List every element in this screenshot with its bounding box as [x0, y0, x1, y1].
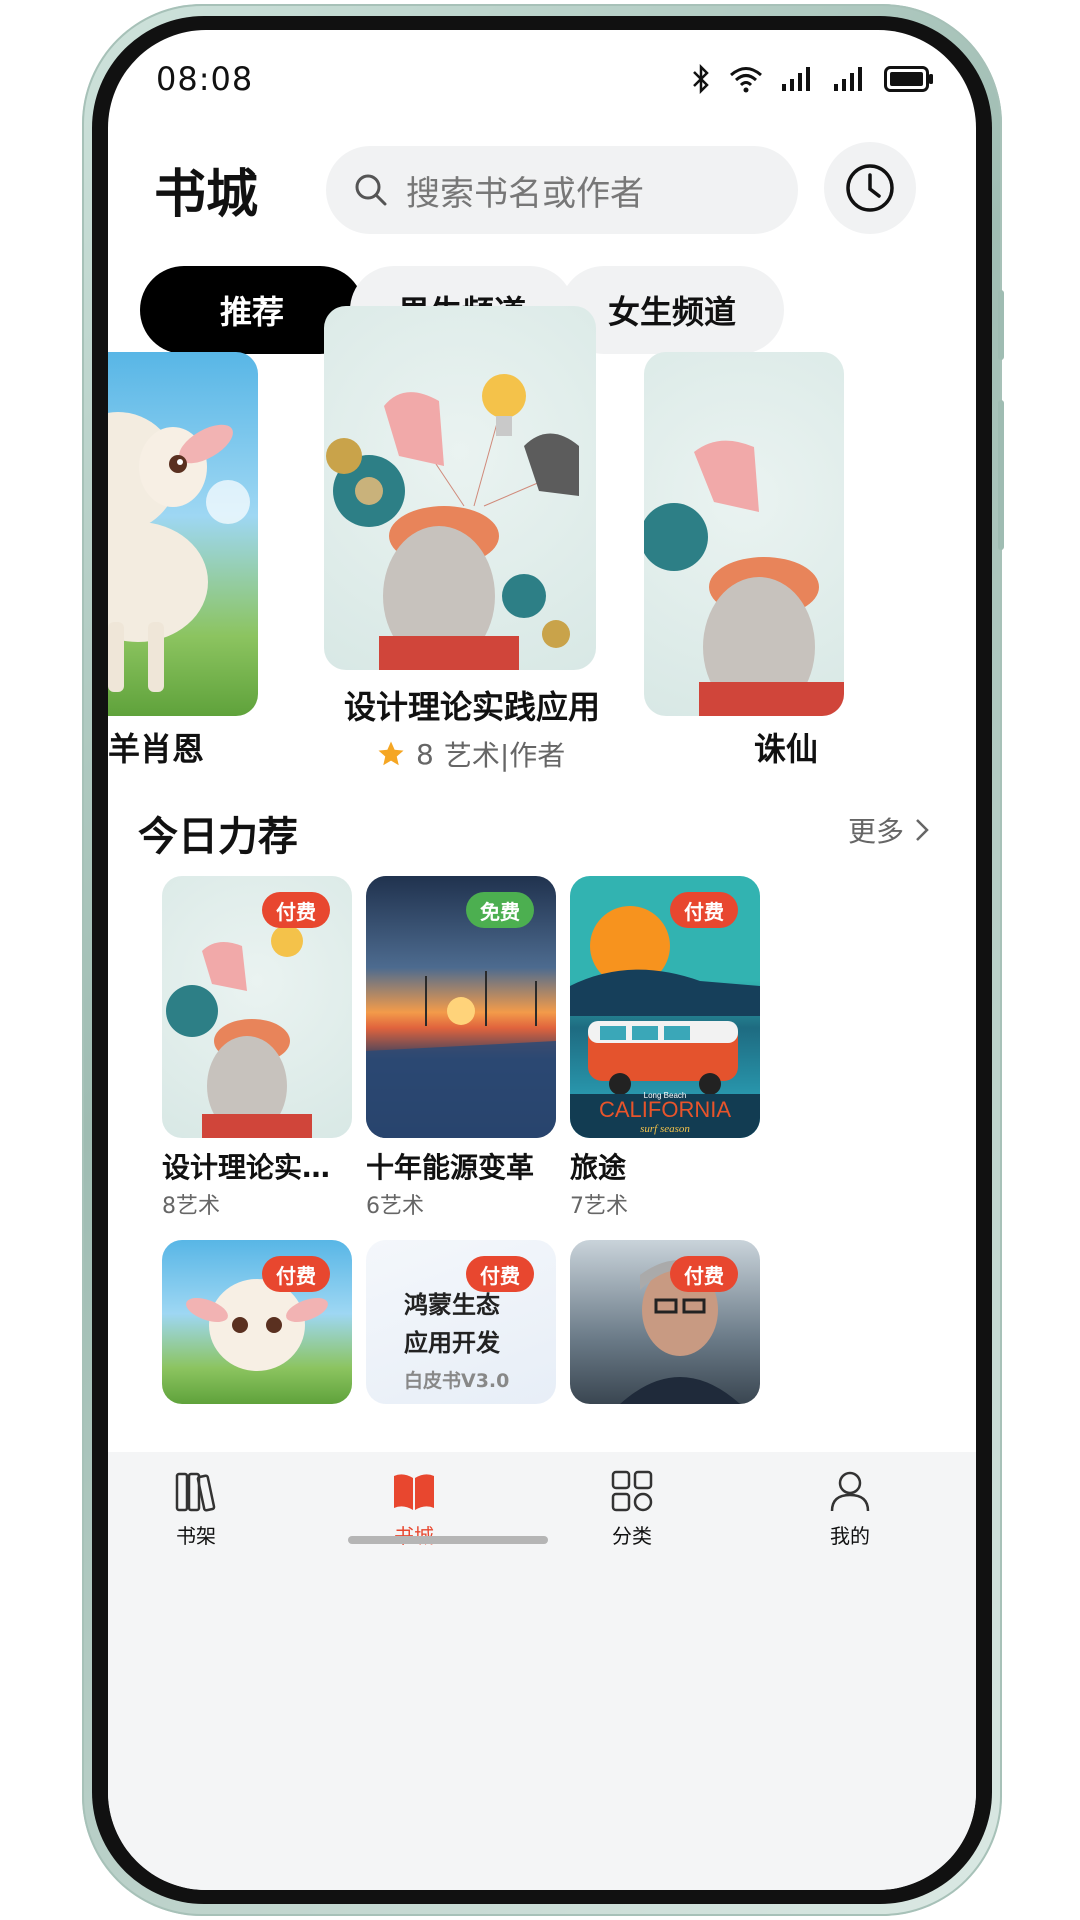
book-meta-3: 7艺术: [570, 1194, 628, 1219]
book-card-cover-1[interactable]: 付费: [162, 876, 352, 1138]
carousel-book-left-cover[interactable]: [108, 352, 258, 716]
signal-icon-2: [834, 67, 862, 91]
whitepaper-line-3: 白皮书V3.0: [404, 1370, 510, 1392]
sheep-illustration: [108, 412, 250, 692]
book-meta-1: 8艺术: [162, 1194, 220, 1219]
book-card-cover-6[interactable]: 付费: [570, 1240, 760, 1404]
book-card-cover-2[interactable]: 免费: [366, 876, 556, 1138]
badge-paid: 付费: [262, 892, 330, 928]
search-placeholder: 搜索书名或作者: [406, 173, 644, 214]
nav-bookshelf-label: 书架: [176, 1524, 216, 1548]
status-icons: [690, 64, 934, 94]
bluetooth-icon: [693, 64, 709, 94]
star-icon: [378, 741, 404, 766]
nav-mine[interactable]: 我的: [790, 1468, 910, 1549]
thinking-man-illustration: [326, 374, 579, 670]
book-card-cover-4[interactable]: 付费: [162, 1240, 352, 1404]
badge-free: 免费: [466, 892, 534, 928]
book-title-3[interactable]: 旅途: [570, 1146, 760, 1186]
book-card-cover-5[interactable]: 鸿蒙生态 应用开发 白皮书V3.0 付费: [366, 1240, 556, 1404]
carousel-center-meta: 8 艺术|作者: [376, 734, 565, 774]
chevron-right-icon: [916, 819, 929, 841]
screen: 08:08 书城 搜索书名或作者 推荐 男生频道 女生频道: [108, 30, 976, 1890]
whitepaper-line-2: 应用开发: [404, 1329, 500, 1357]
search-input[interactable]: 搜索书名或作者: [326, 146, 798, 234]
book-title-1[interactable]: 设计理论实践…: [162, 1146, 352, 1186]
nav-bookstore-label: 书城: [394, 1520, 434, 1549]
carousel-right-title[interactable]: 诛仙: [754, 724, 818, 770]
volume-button: [998, 290, 1004, 360]
section-title: 今日力荐: [138, 814, 298, 860]
badge-paid: 付费: [262, 1256, 330, 1292]
power-button: [998, 400, 1004, 550]
history-button[interactable]: [824, 142, 916, 234]
nav-bookshelf[interactable]: 书架: [136, 1468, 256, 1549]
cali-big-text: CALIFORNIA: [599, 1097, 731, 1122]
more-label: 更多: [847, 815, 904, 848]
badge-paid: 付费: [670, 1256, 738, 1292]
badge-paid: 付费: [466, 1256, 534, 1292]
battery-icon: [884, 66, 933, 92]
book-meta-2: 6艺术: [366, 1194, 424, 1219]
wifi-icon: [730, 67, 762, 93]
nav-category-label: 分类: [612, 1524, 652, 1548]
more-link[interactable]: 更多: [848, 810, 930, 850]
bottom-nav: 书架 书城 分类 我的: [108, 1452, 976, 1890]
open-book-icon: [394, 1474, 434, 1510]
search-icon: [355, 174, 387, 206]
book-card-cover-3[interactable]: Long Beach CALIFORNIA surf season 付费: [570, 876, 760, 1138]
person-icon: [830, 1471, 870, 1512]
carousel-book-right-cover[interactable]: [644, 352, 844, 716]
carousel-center-title[interactable]: 设计理论实践应用: [344, 682, 600, 728]
badge-paid: 付费: [670, 892, 738, 928]
status-bar: 08:08: [108, 30, 976, 140]
clock-icon: [846, 164, 894, 212]
nav-category[interactable]: 分类: [572, 1468, 692, 1549]
nav-mine-label: 我的: [830, 1524, 870, 1548]
page-title: 书城: [154, 165, 259, 225]
book-title-2[interactable]: 十年能源变革: [366, 1146, 556, 1186]
carousel-center-rating: 8: [416, 737, 434, 771]
thinking-man-illustration-2: [644, 440, 844, 716]
carousel-center-author: 艺术|作者: [443, 739, 566, 772]
cali-sub-text: surf season: [640, 1123, 690, 1135]
status-time: 08:08: [156, 60, 254, 98]
bookshelf-icon: [175, 1472, 216, 1512]
signal-icon: [782, 67, 810, 91]
grid-icon: [611, 1470, 653, 1512]
home-indicator[interactable]: [348, 1536, 548, 1544]
carousel-left-title[interactable]: 羊肖恩: [108, 724, 204, 770]
carousel-book-center-cover[interactable]: [324, 306, 596, 670]
whitepaper-title: 鸿蒙生态 应用开发 白皮书V3.0: [404, 1286, 509, 1400]
